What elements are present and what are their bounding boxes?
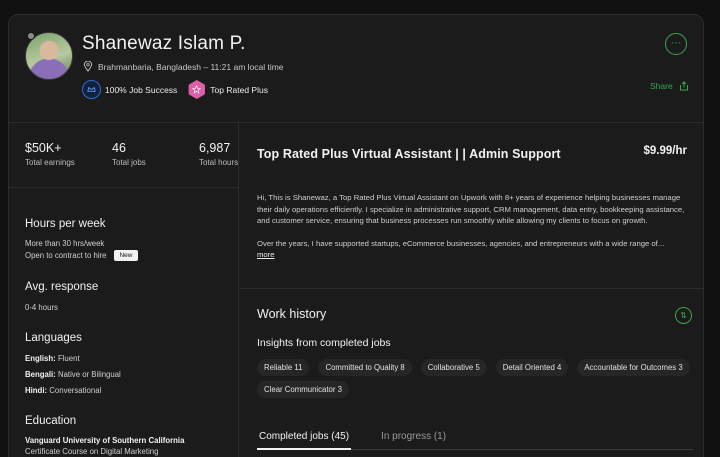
top-rated-plus-icon — [188, 80, 205, 99]
insight-label: Committed to Quality — [325, 363, 399, 372]
new-badge: New — [114, 250, 138, 261]
insight-chip[interactable]: Accountable for Outcomes 3 — [577, 359, 690, 376]
work-history-tabs: Completed jobs (45) In progress (1) — [257, 427, 693, 450]
job-success-badge[interactable]: 100% Job Success — [82, 80, 177, 99]
insight-count: 5 — [475, 363, 480, 372]
share-button[interactable]: Share — [650, 81, 689, 91]
online-status-dot — [27, 32, 35, 40]
top-rated-plus-label: Top Rated Plus — [210, 84, 268, 95]
profile-sidebar: $50K+ Total earnings 46 Total jobs 6,987… — [9, 123, 239, 457]
insights-title: Insights from completed jobs — [257, 337, 391, 349]
language-item: Bengali: Native or Bilingual — [25, 370, 121, 379]
insight-label: Reliable — [264, 363, 293, 372]
language-item: Hindi: Conversational — [25, 386, 101, 395]
insight-chip[interactable]: Collaborative 5 — [420, 359, 487, 376]
language-name: Hindi: — [25, 386, 48, 395]
insight-label: Clear Communicator — [264, 385, 336, 394]
top-rated-plus-badge[interactable]: Top Rated Plus — [187, 80, 268, 99]
hours-per-week-value: More than 30 hrs/week — [25, 239, 105, 248]
education-degree: Certificate Course on Digital Marketing — [25, 447, 159, 456]
insight-label: Detail Oriented — [502, 363, 555, 372]
insight-label: Collaborative — [427, 363, 474, 372]
insight-count: 8 — [400, 363, 405, 372]
insight-count: 4 — [556, 363, 562, 372]
profile-card: Shanewaz Islam P. Brahmanbaria, Banglade… — [8, 14, 704, 457]
profile-main: Top Rated Plus Virtual Assistant | | Adm… — [240, 123, 703, 457]
location-pin-icon — [83, 61, 93, 72]
profile-name: Shanewaz Islam P. — [82, 33, 246, 54]
avg-response-value: 0-4 hours — [25, 303, 58, 312]
work-history-title: Work history — [257, 307, 327, 321]
education-title: Education — [25, 415, 77, 427]
job-success-label: 100% Job Success — [105, 84, 178, 95]
insight-label: Accountable for Outcomes — [584, 363, 677, 372]
tab-in-progress[interactable]: In progress (1) — [379, 427, 448, 449]
share-label: Share — [650, 81, 673, 91]
more-link[interactable]: more — [257, 250, 275, 259]
job-success-icon — [82, 80, 101, 99]
badges-row: 100% Job Success Top Rated Plus — [82, 80, 268, 99]
bio-paragraph: Over the years, I have supported startup… — [257, 238, 693, 261]
insight-count: 3 — [337, 385, 343, 394]
insight-chip[interactable]: Clear Communicator 3 — [257, 381, 350, 398]
divider — [240, 288, 703, 289]
language-level: Conversational — [49, 386, 102, 395]
stat-value: 46 — [112, 141, 126, 155]
divider — [9, 187, 238, 188]
language-level: Fluent — [57, 354, 80, 363]
insight-count: 11 — [294, 363, 303, 372]
stat-label: Total jobs — [112, 158, 146, 167]
avg-response-title: Avg. response — [25, 281, 99, 293]
insight-count: 3 — [678, 363, 683, 372]
hours-per-week-title: Hours per week — [25, 218, 106, 230]
share-icon — [679, 81, 688, 91]
language-item: English: Fluent — [25, 354, 80, 363]
bio-paragraph: Hi, This is Shanewaz, a Top Rated Plus V… — [257, 193, 685, 225]
profile-header: Shanewaz Islam P. Brahmanbaria, Banglade… — [9, 15, 703, 123]
more-options-button[interactable]: ··· — [665, 33, 687, 55]
insights-chips: Reliable 11 Committed to Quality 8 Colla… — [257, 359, 697, 398]
location-text: Brahmanbaria, Bangladesh – 11:21 am loca… — [98, 61, 284, 72]
language-name: English: — [25, 354, 56, 363]
bio-paragraph-text: Over the years, I have supported startup… — [257, 238, 665, 248]
profile-title: Top Rated Plus Virtual Assistant | | Adm… — [257, 147, 561, 161]
insight-chip[interactable]: Committed to Quality 8 — [318, 359, 412, 376]
profile-bio: Hi, This is Shanewaz, a Top Rated Plus V… — [257, 192, 693, 261]
education-school: Vanguard University of Southern Californ… — [25, 436, 185, 445]
language-name: Bengali: — [25, 370, 56, 379]
insight-chip[interactable]: Reliable 11 — [257, 359, 310, 376]
contract-to-hire-row: Open to contract to hire New — [25, 250, 138, 261]
tab-completed-jobs[interactable]: Completed jobs (45) — [257, 427, 352, 450]
stat-label: Total earnings — [25, 158, 75, 167]
sort-icon[interactable]: ⇅ — [675, 307, 692, 324]
hourly-rate: $9.99/hr — [643, 145, 687, 157]
contract-to-hire-text: Open to contract to hire — [25, 251, 107, 260]
stat-total-earnings: $50K+ Total earnings — [25, 141, 112, 167]
stat-value: $50K+ — [25, 141, 62, 155]
location-row: Brahmanbaria, Bangladesh – 11:21 am loca… — [83, 61, 284, 72]
languages-title: Languages — [25, 332, 82, 344]
stat-total-jobs: 46 Total jobs — [112, 141, 199, 167]
language-level: Native or Bilingual — [57, 370, 121, 379]
insight-chip[interactable]: Detail Oriented 4 — [495, 359, 569, 376]
